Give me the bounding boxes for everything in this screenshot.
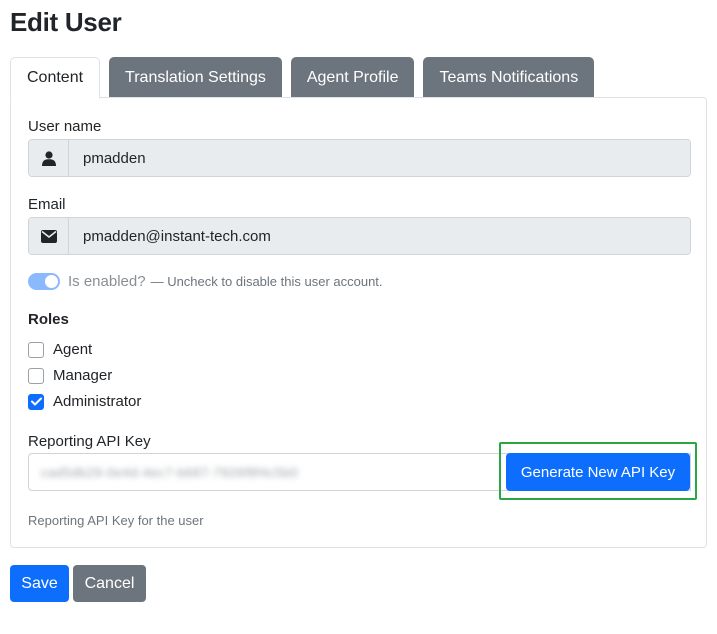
role-manager-checkbox[interactable] bbox=[28, 367, 44, 384]
envelope-icon bbox=[29, 218, 69, 254]
page-title: Edit User bbox=[10, 7, 122, 37]
tab-content[interactable]: Content bbox=[10, 57, 101, 99]
generate-api-key-button[interactable]: Generate New API Key bbox=[506, 453, 690, 491]
enabled-switch-row: Is enabled? — Uncheck to disable this us… bbox=[28, 273, 383, 290]
enabled-toggle[interactable] bbox=[28, 273, 60, 290]
tab-bar: Content Translation Settings Agent Profi… bbox=[10, 57, 603, 99]
enabled-label: Is enabled? bbox=[68, 273, 146, 290]
tab-teams-notifications[interactable]: Teams Notifications bbox=[423, 57, 595, 98]
email-field[interactable]: pmadden@instant-tech.com bbox=[69, 218, 690, 254]
role-agent-label: Agent bbox=[53, 341, 93, 358]
role-manager-label: Manager bbox=[53, 367, 113, 384]
username-label: User name bbox=[28, 118, 102, 135]
cancel-button[interactable]: Cancel bbox=[73, 565, 146, 602]
role-administrator-row: Administrator bbox=[28, 393, 141, 410]
checkmark-icon bbox=[30, 397, 42, 406]
user-icon bbox=[29, 140, 69, 176]
tab-agent-profile[interactable]: Agent Profile bbox=[290, 57, 415, 98]
email-label: Email bbox=[28, 196, 66, 213]
username-input-group: pmadden bbox=[28, 139, 691, 177]
save-button[interactable]: Save bbox=[10, 565, 69, 602]
role-manager-row: Manager bbox=[28, 367, 112, 384]
api-key-label: Reporting API Key bbox=[28, 433, 151, 450]
role-agent-row: Agent bbox=[28, 341, 92, 358]
tab-translation-settings[interactable]: Translation Settings bbox=[109, 57, 282, 98]
content-tab-panel: User name pmadden Email pmadden@instant-… bbox=[10, 97, 707, 548]
username-field[interactable]: pmadden bbox=[69, 140, 690, 176]
api-key-help-text: Reporting API Key for the user bbox=[28, 513, 204, 528]
email-input-group: pmadden@instant-tech.com bbox=[28, 217, 691, 255]
roles-title: Roles bbox=[28, 311, 69, 328]
role-agent-checkbox[interactable] bbox=[28, 341, 44, 358]
role-administrator-label: Administrator bbox=[53, 393, 142, 410]
api-key-value: cad5db29-0e4d-4ec7-b687-7926f8f4c5b0 bbox=[41, 464, 299, 480]
role-administrator-checkbox[interactable] bbox=[28, 393, 44, 410]
enabled-help-text: — Uncheck to disable this user account. bbox=[150, 274, 383, 289]
